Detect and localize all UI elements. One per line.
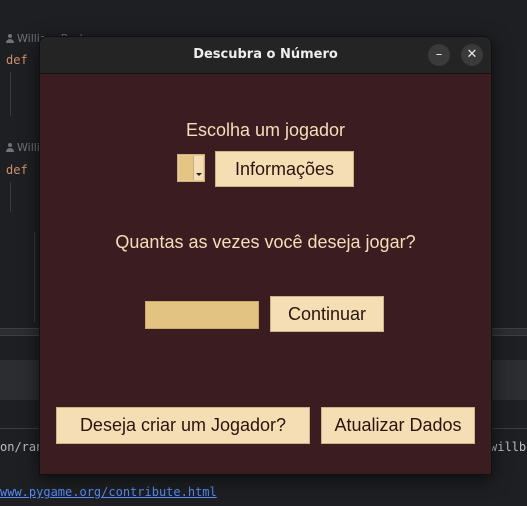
game-window: Descubra o Número – ✕ Escolha um jogador… <box>39 36 492 475</box>
minimize-icon: – <box>435 47 443 62</box>
close-button[interactable]: ✕ <box>461 44 483 66</box>
person-icon <box>6 34 14 43</box>
chevron-down-icon[interactable] <box>193 156 203 180</box>
title-bar[interactable]: Descubra o Número – ✕ <box>40 37 491 74</box>
close-icon: ✕ <box>466 47 478 62</box>
info-button[interactable]: Informações <box>215 151 354 187</box>
choose-player-label: Escolha um jogador <box>185 120 346 140</box>
minimize-button[interactable]: – <box>428 44 450 66</box>
def-keyword: def <box>6 163 28 177</box>
console-link[interactable]: www.pygame.org/contribute.html <box>0 485 217 499</box>
indent-guide <box>10 72 11 116</box>
rounds-input[interactable] <box>145 301 259 329</box>
rounds-question-label: Quantas as vezes você deseja jogar? <box>115 232 416 252</box>
person-icon <box>6 143 14 152</box>
console-text-right: willb <box>490 440 527 454</box>
player-select[interactable] <box>177 154 205 182</box>
player-select-value <box>179 156 194 180</box>
update-data-button[interactable]: Atualizar Dados <box>321 407 475 444</box>
indent-guide <box>10 182 11 212</box>
continue-button[interactable]: Continuar <box>270 296 384 332</box>
console-text-left: on/ran <box>0 440 44 454</box>
def-keyword: def <box>6 53 28 67</box>
window-title: Descubra o Número <box>193 47 338 62</box>
create-player-button[interactable]: Deseja criar um Jogador? <box>56 407 310 444</box>
indent-guide <box>34 232 35 322</box>
